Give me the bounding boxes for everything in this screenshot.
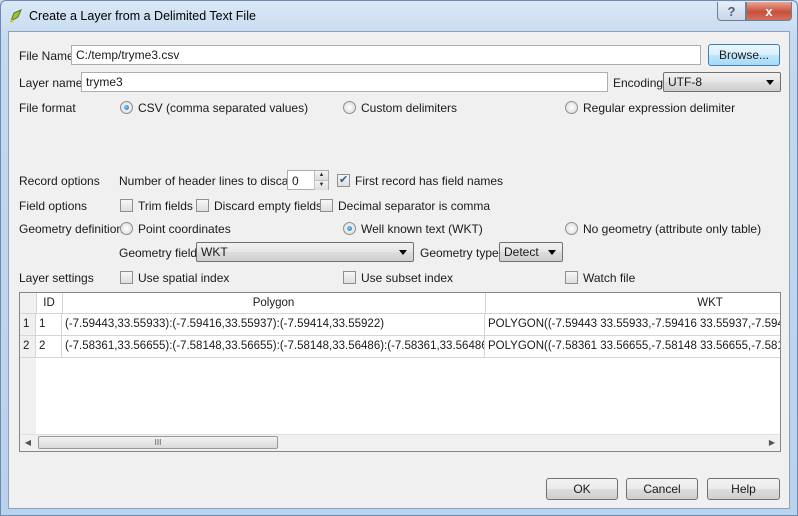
file-name-input[interactable]: C:/temp/tryme3.csv — [71, 45, 701, 65]
column-header-wkt[interactable]: WKT — [485, 293, 780, 313]
custom-delimiters-label[interactable]: Custom delimiters — [361, 101, 457, 115]
regex-delimiter-label[interactable]: Regular expression delimiter — [583, 101, 735, 115]
horizontal-scrollbar[interactable]: ◀ III ▶ — [20, 434, 780, 451]
layer-settings-label: Layer settings — [19, 271, 94, 285]
row-number: 2 — [20, 336, 36, 357]
spatial-index-checkbox[interactable] — [120, 271, 133, 284]
close-icon: x — [765, 3, 773, 19]
custom-delimiters-radio[interactable] — [343, 101, 356, 114]
header-lines-value: 0 — [292, 174, 299, 188]
layer-name-label: Layer name — [19, 76, 83, 90]
watch-file-label[interactable]: Watch file — [583, 271, 635, 285]
geometry-field-value: WKT — [201, 245, 228, 259]
spin-down-icon[interactable]: ▼ — [314, 180, 328, 190]
geometry-type-select[interactable]: Detect — [499, 242, 563, 262]
spin-up-icon[interactable]: ▲ — [314, 171, 328, 180]
point-coordinates-radio[interactable] — [120, 222, 133, 235]
cell-wkt: POLYGON((-7.58361 33.56655,-7.58148 33.5… — [488, 340, 780, 352]
field-options-label: Field options — [19, 199, 88, 213]
title-bar[interactable]: Create a Layer from a Delimited Text Fil… — [1, 1, 797, 31]
column-header-id[interactable]: ID — [36, 293, 63, 313]
first-record-checkbox[interactable] — [337, 173, 350, 187]
record-options-label: Record options — [19, 174, 100, 188]
trim-fields-label[interactable]: Trim fields — [138, 199, 193, 213]
point-coordinates-label[interactable]: Point coordinates — [138, 222, 231, 236]
decimal-comma-label[interactable]: Decimal separator is comma — [338, 199, 490, 213]
scroll-left-icon[interactable]: ◀ — [20, 435, 36, 451]
no-geometry-radio[interactable] — [565, 222, 578, 235]
cell-id: 1 — [36, 314, 62, 335]
header-lines-label: Number of header lines to discard — [119, 174, 300, 188]
browse-button[interactable]: Browse... — [708, 44, 780, 66]
watch-file-checkbox[interactable] — [565, 271, 578, 284]
title-help-button[interactable]: ? — [717, 2, 746, 21]
no-geometry-label[interactable]: No geometry (attribute only table) — [583, 222, 761, 236]
sample-data-table[interactable]: ID Polygon WKT 1 1 (-7.59443,33.55933):(… — [19, 292, 781, 452]
discard-empty-label[interactable]: Discard empty fields — [214, 199, 322, 213]
encoding-label: Encoding — [613, 76, 664, 90]
geometry-definition-label: Geometry definition — [19, 222, 124, 236]
discard-empty-checkbox[interactable] — [196, 199, 209, 212]
cell-polygon: (-7.59443,33.55933):(-7.59416,33.55937):… — [62, 314, 485, 335]
cell-wkt: POLYGON((-7.59443 33.55933,-7.59416 33.5… — [488, 318, 780, 330]
row-number: 1 — [20, 314, 36, 335]
encoding-select[interactable]: UTF-8 — [663, 72, 781, 92]
help-icon: ? — [727, 3, 736, 19]
window-title: Create a Layer from a Delimited Text Fil… — [29, 9, 256, 23]
encoding-value: UTF-8 — [668, 75, 702, 89]
dialog-body: File Name C:/temp/tryme3.csv Browse... L… — [8, 31, 790, 509]
wkt-radio[interactable] — [343, 222, 356, 235]
corner-header — [20, 293, 37, 313]
title-close-button[interactable]: x — [746, 2, 792, 21]
column-header-polygon[interactable]: Polygon — [62, 293, 486, 313]
spatial-index-label[interactable]: Use spatial index — [138, 271, 229, 285]
table-header: ID Polygon WKT — [20, 293, 780, 314]
table-row[interactable]: 1 1 (-7.59443,33.55933):(-7.59416,33.559… — [20, 314, 780, 336]
geometry-field-label: Geometry field — [119, 246, 198, 260]
csv-radio-label[interactable]: CSV (comma separated values) — [138, 101, 308, 115]
geometry-type-value: Detect — [504, 245, 539, 259]
regex-delimiter-radio[interactable] — [565, 101, 578, 114]
decimal-comma-checkbox[interactable] — [320, 199, 333, 212]
file-format-label: File format — [19, 101, 76, 115]
csv-radio[interactable] — [120, 101, 133, 114]
cell-polygon: (-7.58361,33.56655):(-7.58148,33.56655):… — [62, 336, 485, 357]
geometry-type-label: Geometry type — [420, 246, 499, 260]
table-row[interactable]: 2 2 (-7.58361,33.56655):(-7.58148,33.566… — [20, 336, 780, 358]
geometry-field-select[interactable]: WKT — [196, 242, 414, 262]
scroll-right-icon[interactable]: ▶ — [764, 435, 780, 451]
subset-index-checkbox[interactable] — [343, 271, 356, 284]
subset-index-label[interactable]: Use subset index — [361, 271, 453, 285]
cancel-button[interactable]: Cancel — [626, 478, 698, 500]
first-record-label[interactable]: First record has field names — [355, 174, 503, 188]
trim-fields-checkbox[interactable] — [120, 199, 133, 212]
qgis-app-icon — [10, 9, 22, 23]
chevron-down-icon — [399, 250, 407, 255]
file-name-label: File Name — [19, 49, 74, 63]
scrollbar-thumb[interactable]: III — [38, 436, 278, 449]
ok-button[interactable]: OK — [546, 478, 618, 500]
layer-name-input[interactable]: tryme3 — [81, 72, 608, 92]
chevron-down-icon — [766, 80, 774, 85]
header-lines-spinbox[interactable]: 0 ▲ ▼ — [287, 170, 329, 190]
help-button[interactable]: Help — [707, 478, 780, 500]
chevron-down-icon — [548, 250, 556, 255]
dialog-window: Create a Layer from a Delimited Text Fil… — [0, 0, 798, 516]
cell-id: 2 — [36, 336, 62, 357]
wkt-label[interactable]: Well known text (WKT) — [361, 222, 483, 236]
